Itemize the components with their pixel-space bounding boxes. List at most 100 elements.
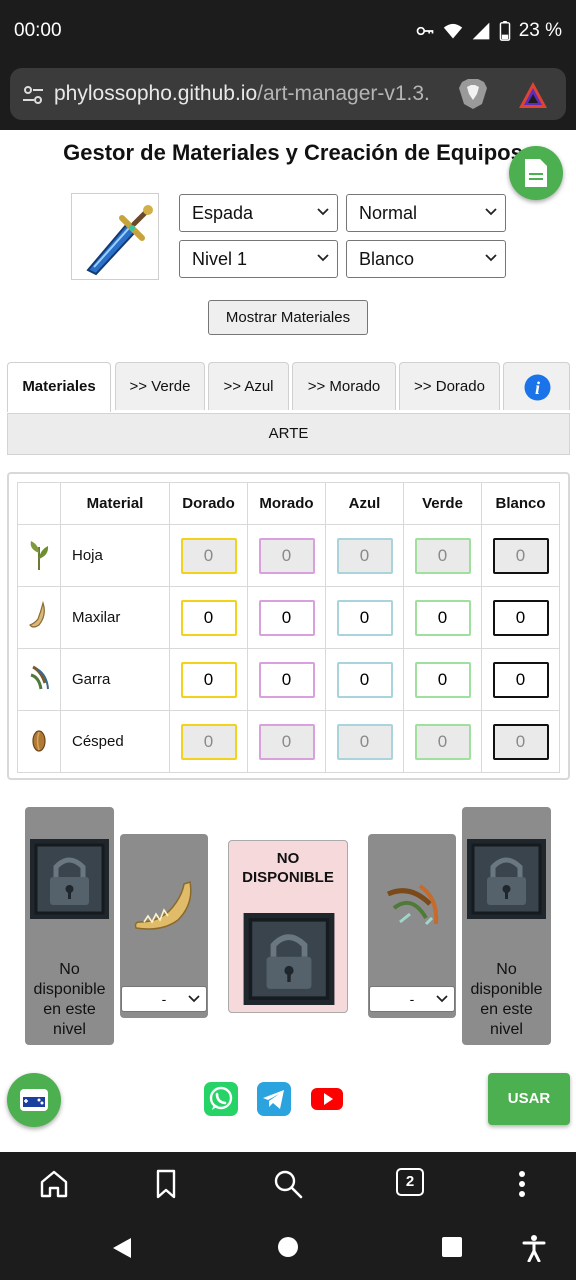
qty-input-blanco[interactable]: 0 xyxy=(492,537,549,574)
qty-input-verde[interactable]: 0 xyxy=(414,599,471,636)
url-path: /art-manager-v1.3. xyxy=(257,82,430,105)
tab-switcher-button[interactable]: 2 xyxy=(396,1168,424,1196)
qty-input-verde[interactable]: 0 xyxy=(414,723,471,760)
leaf-icon xyxy=(30,540,49,570)
table-row: Césped 0 0 0 0 0 xyxy=(17,710,560,773)
quality-select[interactable]: Normal xyxy=(346,194,506,232)
tab-info[interactable]: i xyxy=(503,362,570,410)
info-icon: i xyxy=(524,374,551,401)
slot-left-inner[interactable]: - xyxy=(120,834,208,1018)
qty-input-dorado[interactable]: 0 xyxy=(180,723,237,760)
column-header-material: Material xyxy=(60,482,170,525)
cell-signal-icon xyxy=(472,22,490,40)
result-slot[interactable]: NO DISPONIBLE xyxy=(228,840,348,1013)
material-image-cell xyxy=(17,710,61,773)
qty-input-verde[interactable]: 0 xyxy=(414,661,471,698)
brave-shields-icon[interactable] xyxy=(458,78,488,110)
material-name: Hoja xyxy=(60,524,170,587)
document-icon xyxy=(525,159,547,187)
browser-toolbar: 2 xyxy=(0,1152,576,1216)
level-value: Nivel 1 xyxy=(192,249,248,269)
material-name: Garra xyxy=(60,648,170,711)
claw-icon xyxy=(30,665,49,689)
material-image-cell xyxy=(17,648,61,711)
item-preview-image xyxy=(71,193,159,280)
material-image-cell xyxy=(17,586,61,649)
jaw-icon xyxy=(29,600,45,628)
more-menu-icon[interactable] xyxy=(507,1168,537,1200)
level-select[interactable]: Nivel 1 xyxy=(179,240,338,278)
section-header-arte: ARTE xyxy=(7,413,570,455)
claw-icon xyxy=(386,884,439,926)
material-name: Maxilar xyxy=(60,586,170,649)
qty-input-blanco[interactable]: 0 xyxy=(492,723,549,760)
qty-input-dorado[interactable]: 0 xyxy=(180,661,237,698)
home-nav-icon[interactable] xyxy=(277,1236,299,1258)
slot-left-outer[interactable]: No disponible en este nivel xyxy=(25,807,114,1045)
use-button[interactable]: USAR xyxy=(488,1073,570,1125)
chevron-down-icon xyxy=(317,254,329,262)
column-header-morado: Morado xyxy=(247,482,326,525)
color-select[interactable]: Blanco xyxy=(346,240,506,278)
telegram-icon[interactable] xyxy=(257,1082,291,1116)
brave-rewards-icon[interactable] xyxy=(517,80,549,110)
bookmark-icon[interactable] xyxy=(151,1168,181,1200)
qty-input-morado[interactable]: 0 xyxy=(258,537,315,574)
grass-seed-icon xyxy=(32,729,46,752)
column-header-dorado: Dorado xyxy=(169,482,248,525)
qty-input-azul[interactable]: 0 xyxy=(336,661,393,698)
qty-input-morado[interactable]: 0 xyxy=(258,599,315,636)
wifi-icon xyxy=(443,23,462,39)
qty-input-azul[interactable]: 0 xyxy=(336,599,393,636)
qty-input-dorado[interactable]: 0 xyxy=(180,599,237,636)
tab-verde[interactable]: >> Verde xyxy=(115,362,205,410)
slot-right-select[interactable]: - xyxy=(369,986,455,1012)
slot-left-select-value: - xyxy=(161,991,167,1007)
search-icon[interactable] xyxy=(273,1168,303,1200)
battery-icon xyxy=(499,21,510,41)
qty-input-blanco[interactable]: 0 xyxy=(492,661,549,698)
site-settings-icon[interactable] xyxy=(22,84,44,106)
youtube-icon[interactable] xyxy=(310,1082,344,1116)
recents-icon[interactable] xyxy=(442,1237,462,1257)
table-header-row: Material Dorado Morado Azul Verde Blanco xyxy=(17,482,560,525)
status-bar: 00:00 23 % xyxy=(0,0,576,64)
lock-icon xyxy=(467,839,546,919)
whatsapp-icon[interactable] xyxy=(204,1082,238,1116)
slot-left-select[interactable]: - xyxy=(121,986,207,1012)
sword-icon xyxy=(86,205,153,276)
qty-input-morado[interactable]: 0 xyxy=(258,661,315,698)
save-document-button[interactable] xyxy=(509,146,563,200)
qty-input-azul[interactable]: 0 xyxy=(336,537,393,574)
table-row: Maxilar 0 0 0 0 0 xyxy=(17,586,560,649)
tab-morado[interactable]: >> Morado xyxy=(292,362,396,410)
accessibility-icon[interactable] xyxy=(522,1234,546,1262)
material-name: Césped xyxy=(60,710,170,773)
qty-input-verde[interactable]: 0 xyxy=(414,537,471,574)
tab-azul[interactable]: >> Azul xyxy=(208,362,289,410)
slot-right-outer[interactable]: No disponible en este nivel xyxy=(462,807,551,1045)
result-status-text: NO DISPONIBLE xyxy=(242,850,334,886)
qty-input-azul[interactable]: 0 xyxy=(336,723,393,760)
show-materials-button[interactable]: Mostrar Materiales xyxy=(208,300,368,335)
qty-input-dorado[interactable]: 0 xyxy=(180,537,237,574)
system-navigation-bar xyxy=(0,1216,576,1280)
slot-right-select-value: - xyxy=(409,991,415,1007)
home-icon[interactable] xyxy=(39,1168,69,1200)
url-host: phylossopho.github.io xyxy=(54,82,258,105)
back-icon[interactable] xyxy=(110,1236,134,1260)
status-icons: 23 % xyxy=(415,20,562,42)
qty-input-blanco[interactable]: 0 xyxy=(492,599,549,636)
tab-dorado[interactable]: >> Dorado xyxy=(399,362,500,410)
item-type-select[interactable]: Espada xyxy=(179,194,338,232)
materials-table: Material Dorado Morado Azul Verde Blanco… xyxy=(17,482,560,773)
address-bar[interactable]: phylossopho.github.io/art-manager-v1.3. xyxy=(10,68,566,120)
game-controller-button[interactable] xyxy=(7,1073,61,1127)
url-text[interactable]: phylossopho.github.io/art-manager-v1.3. xyxy=(54,82,454,106)
slot-right-inner[interactable]: - xyxy=(368,834,456,1018)
qty-input-morado[interactable]: 0 xyxy=(258,723,315,760)
vpn-key-icon xyxy=(416,26,434,36)
game-icon xyxy=(20,1089,48,1111)
color-value: Blanco xyxy=(359,249,415,269)
tab-materiales[interactable]: Materiales xyxy=(7,362,111,412)
